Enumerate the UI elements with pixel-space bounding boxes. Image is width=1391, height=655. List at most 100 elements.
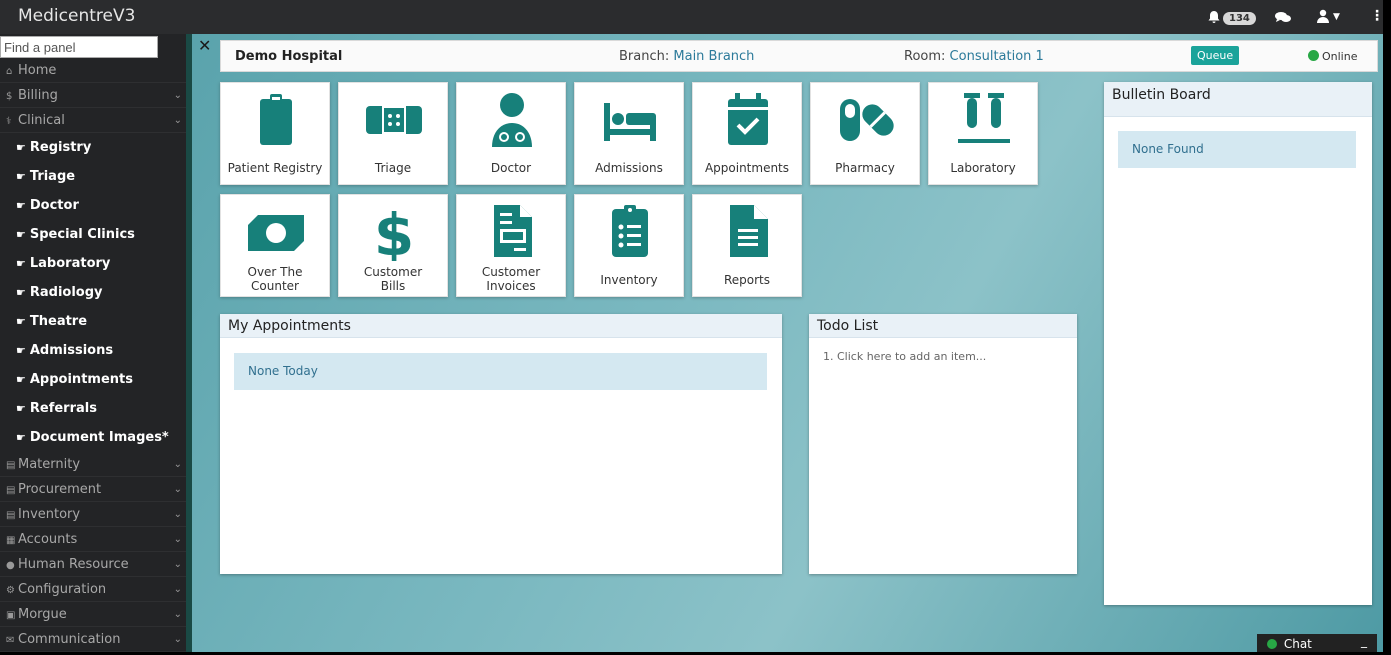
sidebar-item-morgue[interactable]: ▣ Morgue ⌄	[0, 602, 190, 627]
tile-appointments[interactable]: Appointments	[692, 82, 802, 185]
hand-pointer-icon: ☛	[16, 228, 26, 241]
empty-state-message: None Today	[234, 353, 767, 390]
chat-label: Chat	[1283, 637, 1312, 651]
activate-windows-watermark: Activate Windows	[1127, 584, 1278, 604]
clipboard-list-icon	[612, 205, 648, 257]
chevron-down-icon: ⌄	[173, 115, 182, 126]
app-window: MedicentreV3 134 ▼ ⋮ ⌂Home $Billing⌄ ⚕Cl…	[0, 0, 1383, 652]
minimize-icon[interactable]: _	[1361, 631, 1367, 652]
dollar-icon: $	[6, 91, 13, 102]
panel-search-input[interactable]	[0, 36, 158, 58]
hand-pointer-icon: ☛	[16, 344, 26, 357]
sidebar-subitem-admissions[interactable]: ☛ Admissions	[0, 336, 190, 365]
status-dot-icon	[1308, 50, 1319, 61]
hand-pointer-icon: ☛	[16, 286, 26, 299]
sidebar-item-inventory[interactable]: ▤ Inventory ⌄	[0, 502, 190, 527]
sidebar-subitem-registry[interactable]: ☛ Registry	[0, 133, 190, 162]
online-status: Online	[1308, 50, 1357, 63]
tile-inventory[interactable]: Inventory	[574, 194, 684, 297]
room-info: Room: Consultation 1	[904, 49, 1044, 64]
sidebar-subitem-doctor[interactable]: ☛ Doctor	[0, 191, 190, 220]
chevron-down-icon: ⌄	[173, 509, 182, 520]
sidebar-subitem-document-images[interactable]: ☛ Document Images*	[0, 423, 190, 452]
file-alt-icon	[730, 205, 768, 257]
sidebar-item-procurement[interactable]: ▤ Procurement ⌄	[0, 477, 190, 502]
chevron-down-icon: ⌄	[173, 484, 182, 495]
invoice-icon	[494, 205, 532, 257]
hand-pointer-icon: ☛	[16, 257, 26, 270]
status-dot-icon	[1267, 639, 1277, 649]
sidebar-item-home[interactable]: ⌂ Home	[0, 58, 190, 83]
todo-add-item[interactable]: 1. Click here to add an item...	[823, 350, 986, 363]
sidebar-subitem-radiology[interactable]: ☛ Radiology	[0, 278, 190, 307]
queue-button[interactable]: Queue	[1191, 46, 1240, 65]
branch-link[interactable]: Main Branch	[673, 49, 754, 64]
sidebar-subitem-laboratory[interactable]: ☛ Laboratory	[0, 249, 190, 278]
sidebar-item-human-resource[interactable]: ● Human Resource ⌄	[0, 552, 190, 577]
more-vertical-icon[interactable]: ⋮	[1370, 8, 1383, 24]
hand-pointer-icon: ☛	[16, 402, 26, 415]
sidebar-item-billing[interactable]: $ Billing ⌄	[0, 83, 190, 108]
tile-laboratory[interactable]: Laboratory	[928, 82, 1038, 185]
tile-patient-registry[interactable]: Patient Registry	[220, 82, 330, 185]
chevron-down-icon: ⌄	[173, 634, 182, 645]
sidebar-item-accounts[interactable]: ▦ Accounts ⌄	[0, 527, 190, 552]
clipboard-icon	[260, 94, 292, 145]
user-icon[interactable]	[1316, 9, 1330, 23]
main-content: ✕ Demo Hospital Branch: Main Branch Room…	[192, 34, 1383, 652]
top-navbar: MedicentreV3 134 ▼ ⋮	[0, 0, 1383, 34]
app-brand[interactable]: MedicentreV3	[18, 6, 135, 26]
hand-pointer-icon: ☛	[16, 141, 26, 154]
hospital-info-bar: Demo Hospital Branch: Main Branch Room: …	[220, 40, 1378, 72]
chevron-down-icon: ⌄	[173, 584, 182, 595]
chat-widget[interactable]: Chat _	[1257, 634, 1377, 652]
document-icon: ▤	[6, 460, 16, 471]
dollar-sign-icon: $	[374, 201, 414, 261]
sidebar: ⌂Home $Billing⌄ ⚕Clinical⌄ ☛Registry ☛Tr…	[0, 34, 190, 652]
tile-reports[interactable]: Reports	[692, 194, 802, 297]
todo-list-panel: Todo List 1. Click here to add an item..…	[809, 314, 1077, 574]
panel-title: My Appointments	[220, 314, 782, 338]
tile-doctor[interactable]: Doctor	[456, 82, 566, 185]
branch-info: Branch: Main Branch	[619, 49, 755, 64]
hand-pointer-icon: ☛	[16, 373, 26, 386]
sidebar-subitem-special-clinics[interactable]: ☛ Special Clinics	[0, 220, 190, 249]
chat-bubbles-icon[interactable]	[1275, 11, 1291, 23]
document-icon: ▤	[6, 510, 16, 521]
tile-customer-invoices[interactable]: Customer Invoices	[456, 194, 566, 297]
sidebar-subitem-appointments[interactable]: ☛ Appointments	[0, 365, 190, 394]
tile-over-the-counter[interactable]: Over The Counter	[220, 194, 330, 297]
sidebar-item-configuration[interactable]: ⚙ Configuration ⌄	[0, 577, 190, 602]
calculator-icon: ▦	[6, 535, 16, 546]
bandage-icon	[366, 106, 422, 134]
chevron-down-icon[interactable]: ▼	[1333, 12, 1340, 22]
room-link[interactable]: Consultation 1	[950, 49, 1044, 64]
comments-icon: ✉	[6, 635, 15, 646]
tile-customer-bills[interactable]: $ Customer Bills	[338, 194, 448, 297]
stethoscope-icon: ⚕	[6, 116, 12, 127]
sidebar-subitem-referrals[interactable]: ☛ Referrals	[0, 394, 190, 423]
notification-count-badge[interactable]: 134	[1223, 12, 1256, 25]
chevron-down-icon: ⌄	[173, 609, 182, 620]
sidebar-item-clinical[interactable]: ⚕ Clinical ⌄	[0, 108, 190, 133]
sidebar-subitem-theatre[interactable]: ☛ Theatre	[0, 307, 190, 336]
hand-pointer-icon: ☛	[16, 315, 26, 328]
tile-admissions[interactable]: Admissions	[574, 82, 684, 185]
tile-pharmacy[interactable]: Pharmacy	[810, 82, 920, 185]
tile-triage[interactable]: Triage	[338, 82, 448, 185]
sidebar-item-maternity[interactable]: ▤ Maternity ⌄	[0, 452, 190, 477]
panel-title: Todo List	[809, 314, 1077, 338]
hand-pointer-icon: ☛	[16, 431, 26, 444]
svg-text:$: $	[374, 201, 414, 261]
sidebar-item-communication[interactable]: ✉ Communication ⌄	[0, 627, 190, 652]
chevron-down-icon: ⌄	[173, 534, 182, 545]
close-icon[interactable]: ✕	[198, 36, 211, 55]
gears-icon: ⚙	[6, 585, 15, 596]
home-icon: ⌂	[6, 66, 13, 77]
sidebar-subitem-triage[interactable]: ☛ Triage	[0, 162, 190, 191]
test-tubes-icon	[958, 93, 1010, 143]
panel-title: Bulletin Board	[1104, 82, 1372, 117]
calendar-check-icon	[728, 93, 768, 145]
chevron-down-icon: ⌄	[173, 459, 182, 470]
bell-icon[interactable]	[1207, 10, 1221, 24]
